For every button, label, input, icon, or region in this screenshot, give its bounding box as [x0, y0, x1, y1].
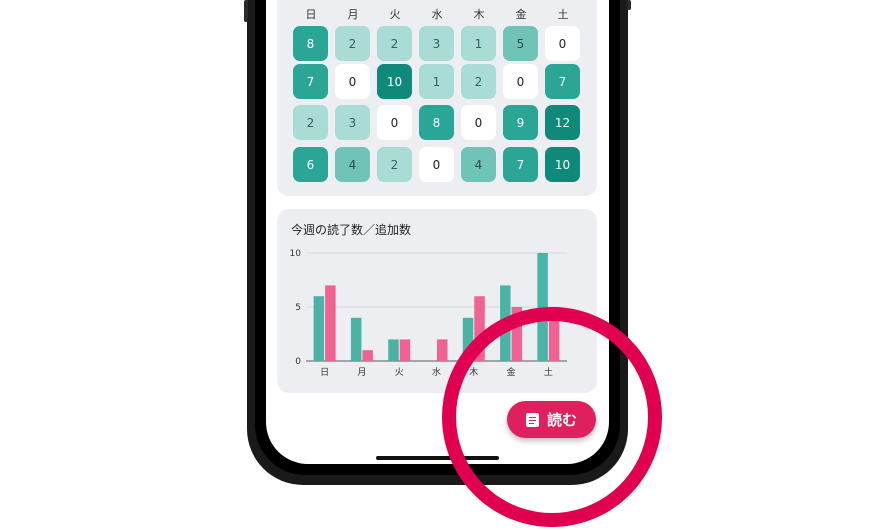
- heatmap-cell[interactable]: 1: [419, 64, 454, 99]
- heatmap-cell[interactable]: 0: [335, 64, 370, 99]
- y-tick-label: 10: [290, 249, 302, 259]
- x-tick-label: 火: [395, 367, 404, 378]
- heatmap-cell[interactable]: 10: [377, 64, 412, 99]
- heatmap-cell[interactable]: 1: [461, 26, 496, 61]
- phone-side-button-left: [244, 0, 248, 22]
- weekday-label: 月: [347, 8, 359, 21]
- heatmap-cell[interactable]: 2: [377, 26, 412, 61]
- weekday-label: 火: [389, 8, 401, 21]
- weekday-label: 土: [557, 8, 569, 21]
- heatmap-cell[interactable]: 8: [293, 26, 328, 61]
- heatmap-cell[interactable]: 4: [461, 147, 496, 182]
- weekday-label: 日: [305, 8, 317, 21]
- heatmap-cell[interactable]: 3: [419, 26, 454, 61]
- heatmap-cell[interactable]: 3: [335, 105, 370, 140]
- phone-side-button-right: [627, 0, 631, 10]
- heatmap-cell[interactable]: 6: [293, 147, 328, 182]
- bar: [388, 339, 399, 361]
- bar: [399, 339, 411, 361]
- heatmap-cell[interactable]: 2: [461, 64, 496, 99]
- heatmap-cell[interactable]: 9: [503, 105, 538, 140]
- weekday-label: 木: [473, 8, 485, 21]
- heatmap-cell[interactable]: 4: [335, 147, 370, 182]
- heatmap-cell[interactable]: 12: [545, 105, 580, 140]
- heatmap-cell[interactable]: 5: [503, 26, 538, 61]
- y-tick-label: 0: [295, 357, 301, 367]
- heatmap-cell[interactable]: 7: [503, 147, 538, 182]
- bar: [437, 339, 448, 361]
- heatmap-cell[interactable]: 0: [503, 64, 538, 99]
- bar: [313, 296, 325, 361]
- heatmap-cell[interactable]: 2: [293, 105, 328, 140]
- heatmap-cell[interactable]: 7: [293, 64, 328, 99]
- bar: [325, 285, 336, 361]
- x-tick-label: 月: [357, 367, 366, 378]
- bar: [350, 317, 362, 361]
- heatmap-cell[interactable]: 0: [377, 105, 412, 140]
- weekday-label: 金: [515, 8, 527, 21]
- bar: [362, 350, 373, 361]
- heatmap-cell[interactable]: 0: [461, 105, 496, 140]
- x-tick-label: 水: [432, 366, 441, 378]
- y-tick-label: 5: [295, 303, 301, 313]
- heatmap-cell[interactable]: 0: [545, 26, 580, 61]
- x-tick-label: 日: [320, 367, 329, 378]
- heatmap-cell[interactable]: 7: [545, 64, 580, 99]
- heatmap-cell[interactable]: 0: [419, 147, 454, 182]
- weekday-label: 水: [431, 8, 443, 21]
- heatmap-cell[interactable]: 2: [335, 26, 370, 61]
- heatmap-cell[interactable]: 2: [377, 147, 412, 182]
- heatmap-cell[interactable]: 10: [545, 147, 580, 182]
- heatmap-cell[interactable]: 8: [419, 105, 454, 140]
- highlight-circle: [442, 307, 662, 527]
